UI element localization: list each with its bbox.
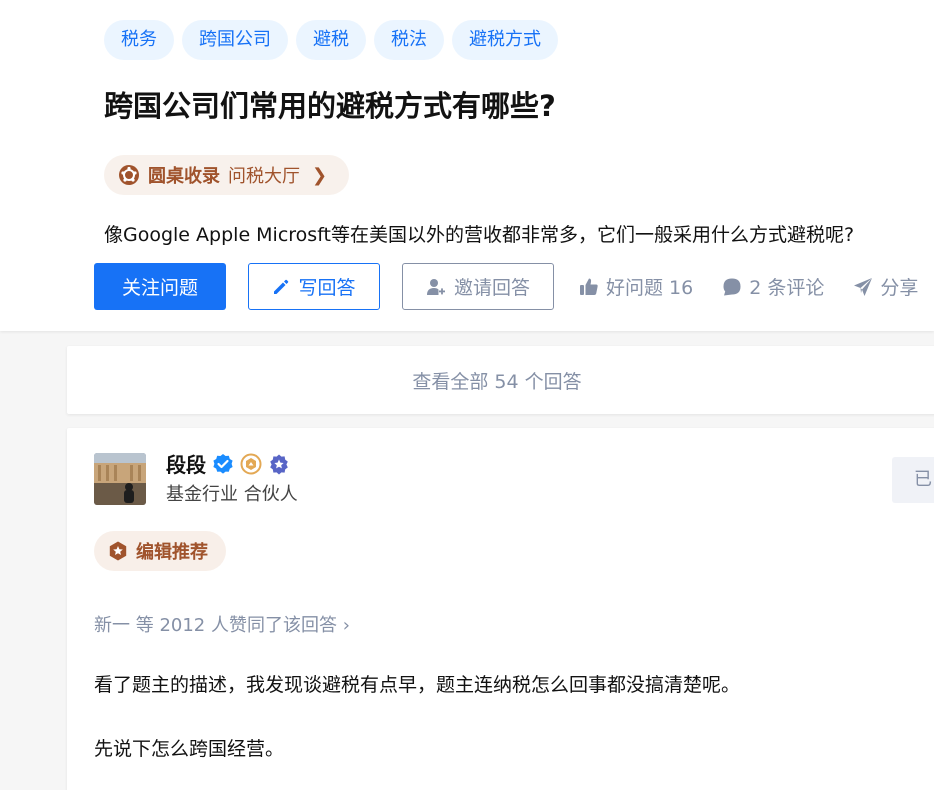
editor-pick-label: 编辑推荐: [136, 542, 208, 563]
topic-tag[interactable]: 税法: [374, 20, 444, 60]
creator-level-badge-icon: [240, 453, 262, 474]
author-name-row: 段段: [166, 449, 290, 478]
question-actions: 关注问题 写回答 邀请回答 好问题 16 2 条评论 分享: [94, 263, 918, 310]
view-all-answers-button[interactable]: 查看全部 54 个回答: [67, 346, 934, 414]
topic-tag[interactable]: 避税: [296, 20, 366, 60]
followed-button[interactable]: 已: [892, 457, 934, 503]
good-question-button[interactable]: 好问题 16: [579, 273, 693, 300]
good-question-label: 好问题 16: [606, 277, 694, 299]
follow-question-button[interactable]: 关注问题: [94, 263, 226, 310]
comment-bubble-icon: [723, 278, 741, 295]
pencil-icon: [274, 279, 289, 294]
question-title[interactable]: 跨国公司们常用的避税方式有哪些?: [104, 84, 556, 128]
editor-pick-icon: [109, 541, 127, 561]
topic-tag[interactable]: 跨国公司: [182, 20, 288, 60]
roundtable-name: 圆桌收录: [148, 166, 220, 187]
topic-tag[interactable]: 避税方式: [452, 20, 558, 60]
topic-tag[interactable]: 税务: [104, 20, 174, 60]
excellent-answerer-badge-icon: [270, 454, 288, 474]
roundtable-link[interactable]: 圆桌收录 问税大厅 ❯: [104, 155, 350, 195]
topic-tags: 税务 跨国公司 避税 税法 避税方式: [104, 20, 558, 60]
write-answer-label: 写回答: [298, 277, 356, 299]
roundtable-icon: [119, 165, 139, 185]
author-name[interactable]: 段段: [166, 449, 206, 478]
add-user-icon: [426, 278, 445, 295]
view-all-answers-label: 查看全部 54 个回答: [412, 370, 582, 393]
verified-badge-icon: [213, 453, 233, 474]
comments-label: 2 条评论: [749, 277, 825, 299]
question-detail: 像Google Apple Microsft等在美国以外的营收都非常多，它们一般…: [104, 224, 855, 246]
invite-answer-button[interactable]: 邀请回答: [402, 263, 554, 310]
avatar-image: [94, 453, 146, 505]
answer-paragraph: 先说下怎么跨国经营。: [94, 738, 285, 760]
answer-paragraph: 看了题主的描述，我发现谈避税有点早，题主连纳税怎么回事都没搞清楚呢。: [94, 674, 741, 696]
roundtable-subtitle: 问税大厅: [228, 166, 300, 187]
editor-pick-badge: 编辑推荐: [94, 531, 226, 571]
avatar[interactable]: [94, 453, 146, 505]
invite-answer-label: 邀请回答: [453, 277, 530, 299]
answer-card: 段段 基金行业 合伙人 已 编辑推荐 新一 等 2012 人赞同了该回答 › 看…: [67, 428, 934, 790]
share-button[interactable]: 分享: [853, 273, 918, 300]
share-paper-plane-icon: [854, 277, 873, 296]
write-answer-button[interactable]: 写回答: [248, 263, 380, 310]
author-bio: 基金行业 合伙人: [166, 484, 298, 505]
thumbs-up-icon: [580, 278, 598, 295]
question-header: 税务 跨国公司 避税 税法 避税方式 跨国公司们常用的避税方式有哪些? 圆桌收录…: [0, 0, 934, 331]
voters-summary[interactable]: 新一 等 2012 人赞同了该回答 ›: [94, 611, 350, 637]
share-label: 分享: [880, 277, 919, 299]
chevron-right-icon: ❯: [312, 164, 328, 186]
comments-button[interactable]: 2 条评论: [722, 273, 824, 300]
